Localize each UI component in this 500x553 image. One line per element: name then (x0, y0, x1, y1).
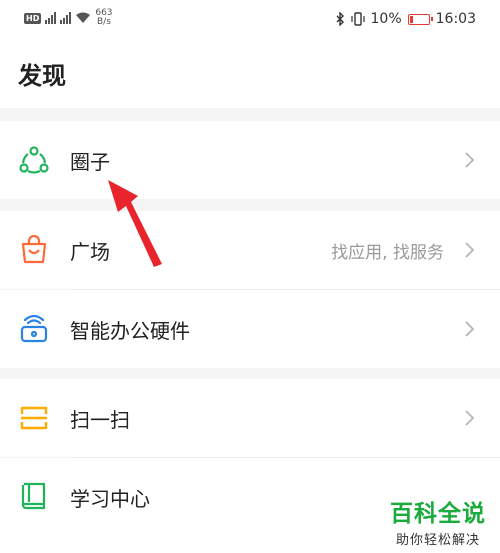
watermark-title: 百科全说 (390, 501, 486, 527)
list-item-label: 扫一扫 (70, 407, 130, 432)
annotation-arrow (108, 180, 162, 267)
book-icon (21, 482, 46, 510)
status-bar-right: 10% 16:03 (335, 11, 476, 27)
signal-icon (45, 12, 57, 24)
list-item-label: 圈子 (70, 149, 110, 174)
office-hardware-icon (20, 314, 48, 343)
hd-icon: HD (24, 12, 42, 24)
list-item-scan[interactable]: 扫一扫 (0, 379, 500, 457)
status-bar: HD 663 B/s 10% 16:03 (0, 0, 500, 40)
watermark-subtitle: 助你轻松解决 (395, 533, 480, 548)
watermark: 百科全说 助你轻松解决 (390, 494, 486, 548)
header: 发现 (0, 40, 500, 108)
list-item-label: 智能办公硬件 (70, 318, 190, 343)
chevron-right-icon (465, 242, 475, 258)
scan-icon (20, 406, 48, 430)
wifi-icon (76, 12, 91, 23)
page-title: 发现 (18, 62, 66, 90)
status-bar-left: HD 663 B/s (24, 9, 113, 27)
list-item-hint: 找应用, 找服务 (331, 242, 444, 263)
battery-icon (407, 13, 433, 25)
circle-group-icon (19, 146, 49, 174)
list-item-circle[interactable]: 圈子 (0, 121, 500, 199)
bag-icon (21, 234, 47, 264)
list-item-square[interactable]: 广场 找应用, 找服务 (0, 211, 500, 289)
clock: 16:03 (435, 11, 476, 27)
list-item-office-hardware[interactable]: 智能办公硬件 (0, 290, 500, 368)
vibrate-icon (350, 12, 365, 26)
signal-icon-2 (60, 12, 72, 24)
network-speed-unit: B/s (96, 17, 111, 27)
bluetooth-icon (336, 12, 344, 26)
chevron-right-icon (465, 321, 475, 337)
chevron-right-icon (465, 152, 475, 168)
battery-percent: 10% (370, 11, 402, 27)
network-speed: 663 B/s (95, 9, 112, 27)
chevron-right-icon (465, 410, 475, 426)
list-item-label: 学习中心 (70, 487, 150, 511)
